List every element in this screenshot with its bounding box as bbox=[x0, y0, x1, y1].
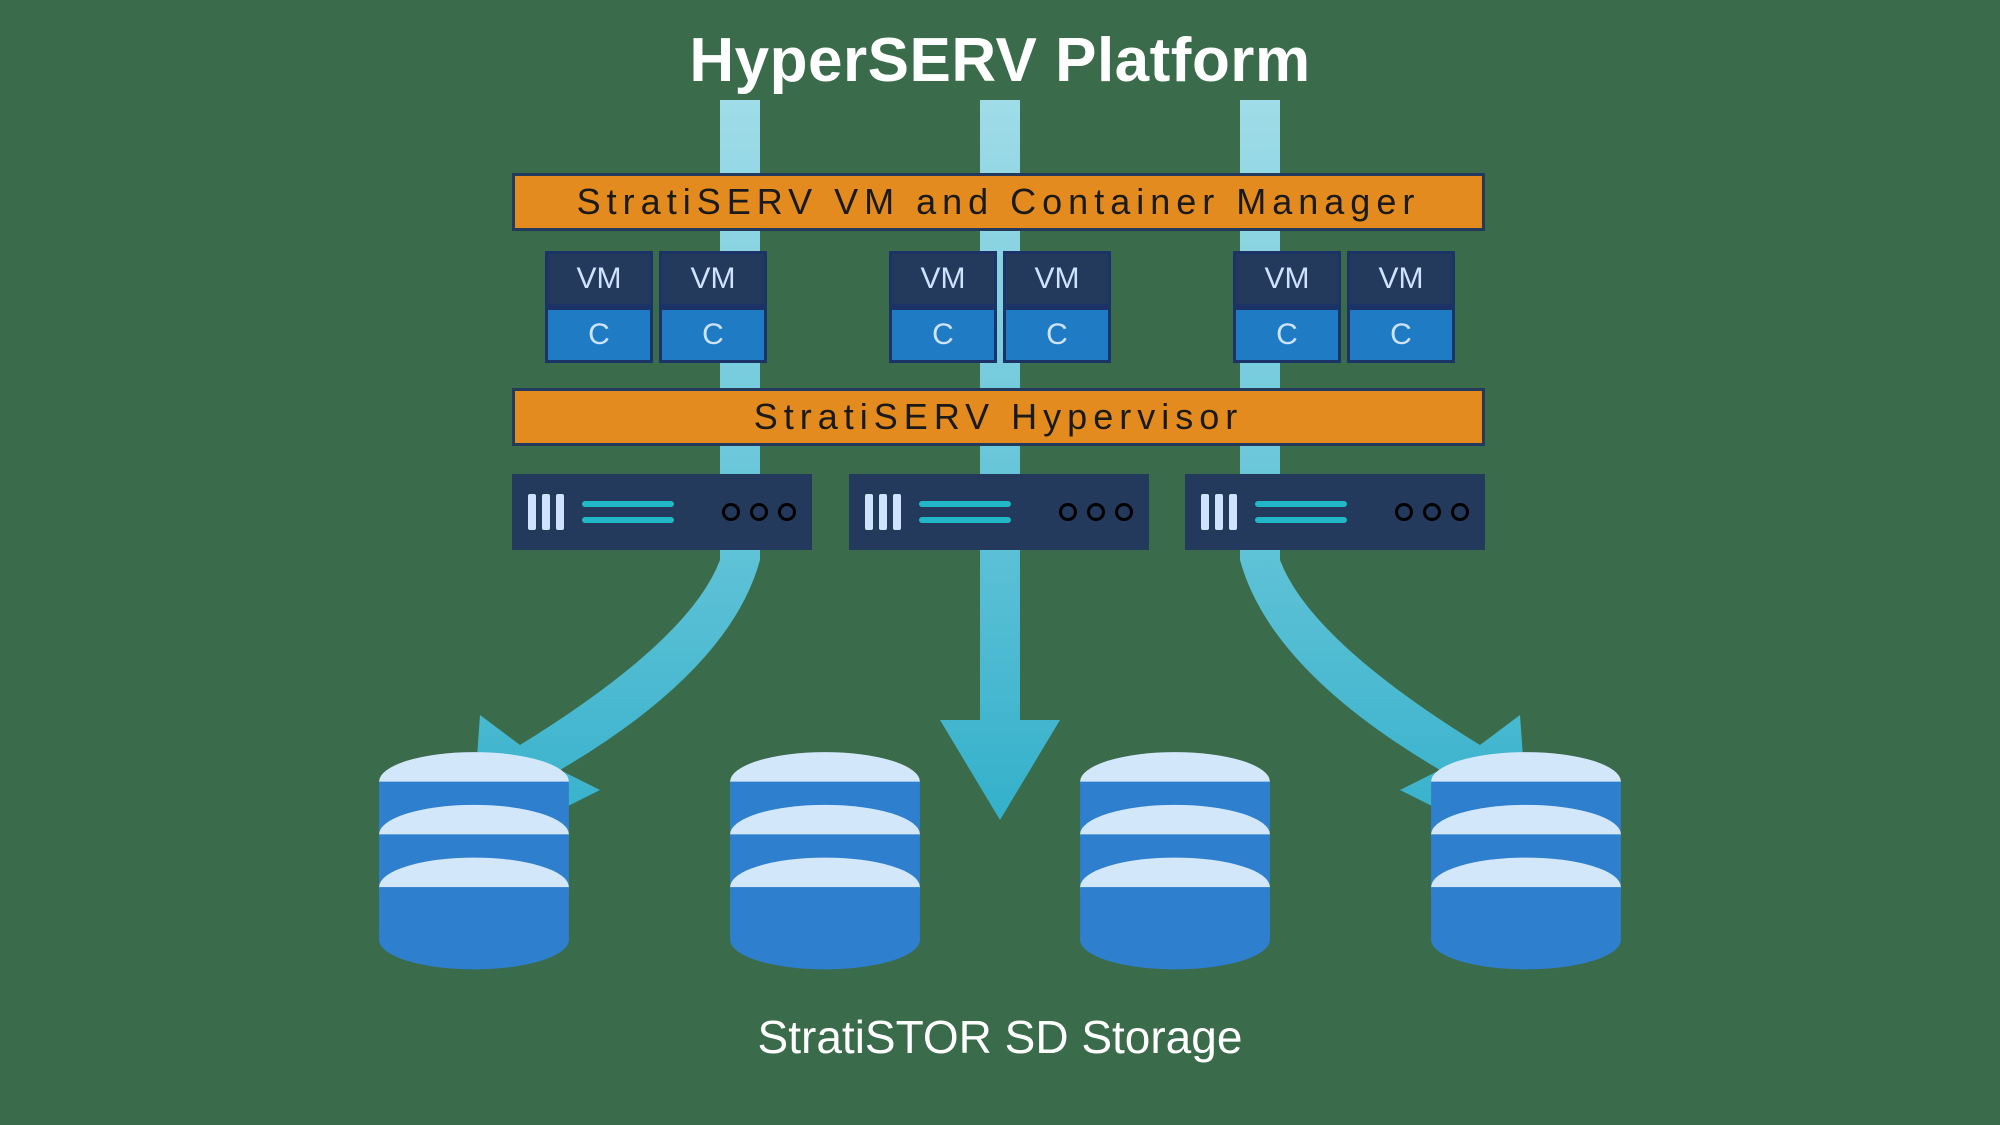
server-lines-icon bbox=[919, 501, 1041, 523]
vm-container-row: VM C VM C VM C VM C VM C bbox=[545, 251, 1455, 363]
storage-row bbox=[365, 750, 1635, 982]
vm-pair: VM C bbox=[889, 251, 997, 363]
server-node bbox=[1185, 474, 1485, 550]
vm-box: VM bbox=[545, 251, 653, 307]
server-vents-icon bbox=[528, 494, 564, 530]
vm-box: VM bbox=[659, 251, 767, 307]
vm-pair: VM C bbox=[545, 251, 653, 363]
server-node bbox=[512, 474, 812, 550]
vm-box: VM bbox=[1233, 251, 1341, 307]
vm-box: VM bbox=[889, 251, 997, 307]
storage-cylinder-icon bbox=[1066, 750, 1284, 982]
storage-label: StratiSTOR SD Storage bbox=[0, 1010, 2000, 1064]
container-box: C bbox=[1003, 307, 1111, 363]
vm-pair: VM C bbox=[1347, 251, 1455, 363]
manager-layer-bar: StratiSERV VM and Container Manager bbox=[512, 173, 1485, 231]
hypervisor-layer-label: StratiSERV Hypervisor bbox=[754, 396, 1243, 438]
server-lines-icon bbox=[1255, 501, 1377, 523]
server-row bbox=[512, 474, 1485, 550]
storage-cylinder-icon bbox=[365, 750, 583, 982]
server-leds-icon bbox=[722, 503, 796, 521]
vm-box: VM bbox=[1003, 251, 1111, 307]
server-node bbox=[849, 474, 1149, 550]
vm-pair: VM C bbox=[1003, 251, 1111, 363]
vm-pair: VM C bbox=[659, 251, 767, 363]
container-box: C bbox=[1233, 307, 1341, 363]
page-title: HyperSERV Platform bbox=[0, 25, 2000, 96]
vm-box: VM bbox=[1347, 251, 1455, 307]
server-leds-icon bbox=[1395, 503, 1469, 521]
storage-cylinder-icon bbox=[716, 750, 934, 982]
server-lines-icon bbox=[582, 501, 704, 523]
vm-group: VM C VM C bbox=[545, 251, 767, 363]
server-vents-icon bbox=[865, 494, 901, 530]
server-leds-icon bbox=[1059, 503, 1133, 521]
server-vents-icon bbox=[1201, 494, 1237, 530]
container-box: C bbox=[1347, 307, 1455, 363]
vm-pair: VM C bbox=[1233, 251, 1341, 363]
vm-group: VM C VM C bbox=[889, 251, 1111, 363]
container-box: C bbox=[659, 307, 767, 363]
manager-layer-label: StratiSERV VM and Container Manager bbox=[577, 181, 1421, 223]
vm-group: VM C VM C bbox=[1233, 251, 1455, 363]
container-box: C bbox=[545, 307, 653, 363]
container-box: C bbox=[889, 307, 997, 363]
hypervisor-layer-bar: StratiSERV Hypervisor bbox=[512, 388, 1485, 446]
storage-cylinder-icon bbox=[1417, 750, 1635, 982]
